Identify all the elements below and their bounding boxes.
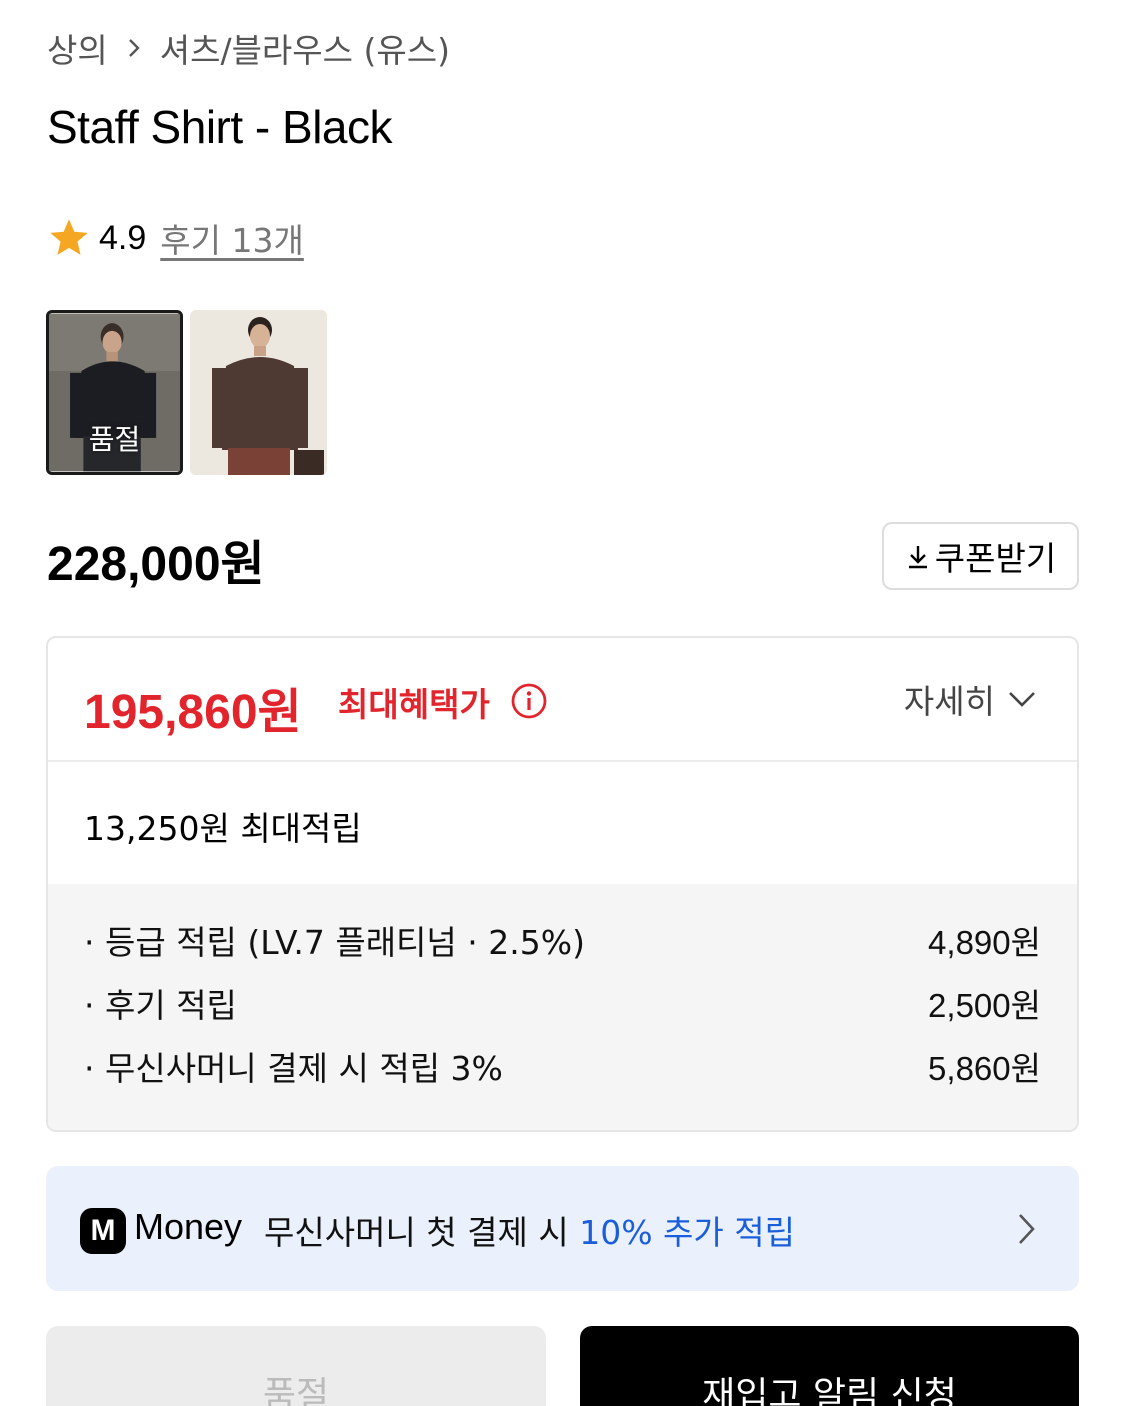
star-icon: [50, 219, 88, 255]
original-price: 228,000원: [47, 538, 265, 591]
accumulation-item-amount: 2,500원: [928, 987, 1041, 1024]
accumulation-item-label: · 등급 적립 (LV.7 플래티넘 · 2.5%): [84, 923, 585, 962]
rating: 4.9 후기 13개: [47, 214, 304, 262]
breadcrumb-item-category[interactable]: 셔츠/블라우스 (유스): [160, 24, 450, 72]
accumulation-summary: 13,250원 최대적립: [48, 762, 1077, 884]
money-promo-text: 무신사머니 첫 결제 시 10% 추가 적립: [264, 1206, 795, 1254]
money-logo-icon: M: [80, 1208, 126, 1254]
benefit-header: 195,860원 최대혜택가 자세히: [48, 638, 1077, 762]
soldout-button[interactable]: 품절: [46, 1326, 546, 1406]
accumulation-item-amount: 4,890원: [928, 924, 1041, 961]
soldout-overlay-label: 품절: [88, 423, 141, 456]
coupon-label: 쿠폰받기: [934, 539, 1057, 578]
download-icon: [908, 546, 927, 569]
detail-label: 자세히: [903, 682, 995, 721]
accumulation-item-label: · 무신사머니 결제 시 적립 3%: [84, 1049, 503, 1088]
restock-alert-button[interactable]: 재입고 알림 신청: [580, 1326, 1079, 1406]
list-item: · 후기 적립 2,500원: [84, 980, 1041, 1026]
product-title: Staff Shirt - Black: [47, 101, 393, 153]
product-page: 상의 셔츠/블라우스 (유스) Staff Shirt - Black 4.9 …: [0, 0, 1125, 1406]
money-promo-prefix: 무신사머니 첫 결제 시: [264, 1213, 580, 1252]
breadcrumb-item-top[interactable]: 상의: [47, 24, 108, 72]
coupon-button[interactable]: 쿠폰받기: [882, 522, 1079, 590]
money-promo-banner[interactable]: M Money 무신사머니 첫 결제 시 10% 추가 적립: [46, 1166, 1079, 1291]
max-benefit-price: 195,860원: [84, 686, 302, 739]
accumulation-total: 13,250원 최대적립: [84, 809, 362, 848]
list-item: · 무신사머니 결제 시 적립 3% 5,860원: [84, 1043, 1041, 1089]
accumulation-list: · 등급 적립 (LV.7 플래티넘 · 2.5%) 4,890원 · 후기 적…: [48, 884, 1077, 1130]
thumbnail-list: 품절: [46, 310, 327, 475]
chevron-right-icon: [1019, 1214, 1035, 1244]
review-count-link[interactable]: 후기 13개: [160, 214, 304, 262]
info-icon[interactable]: [510, 682, 548, 720]
max-benefit-label: 최대혜택가: [338, 685, 490, 724]
thumbnail-brown[interactable]: [190, 310, 327, 475]
money-promo-highlight: 10% 추가 적립: [579, 1213, 795, 1252]
detail-toggle-button[interactable]: 자세히: [904, 676, 1037, 722]
accumulation-item-amount: 5,860원: [928, 1050, 1041, 1087]
breadcrumb: 상의 셔츠/블라우스 (유스): [47, 26, 450, 70]
rating-score: 4.9: [99, 218, 147, 257]
chevron-right-icon: [122, 36, 146, 60]
thumbnail-black[interactable]: 품절: [46, 310, 183, 475]
money-brand-label: Money: [134, 1206, 243, 1247]
list-item: · 등급 적립 (LV.7 플래티넘 · 2.5%) 4,890원: [84, 917, 1041, 963]
product-photo-brown: [190, 310, 327, 475]
accumulation-item-label: · 후기 적립: [84, 986, 237, 1025]
chevron-down-icon: [1009, 692, 1035, 707]
benefit-panel: 195,860원 최대혜택가 자세히 13,250원 최대적립 · 등급 적립 …: [46, 636, 1079, 1132]
